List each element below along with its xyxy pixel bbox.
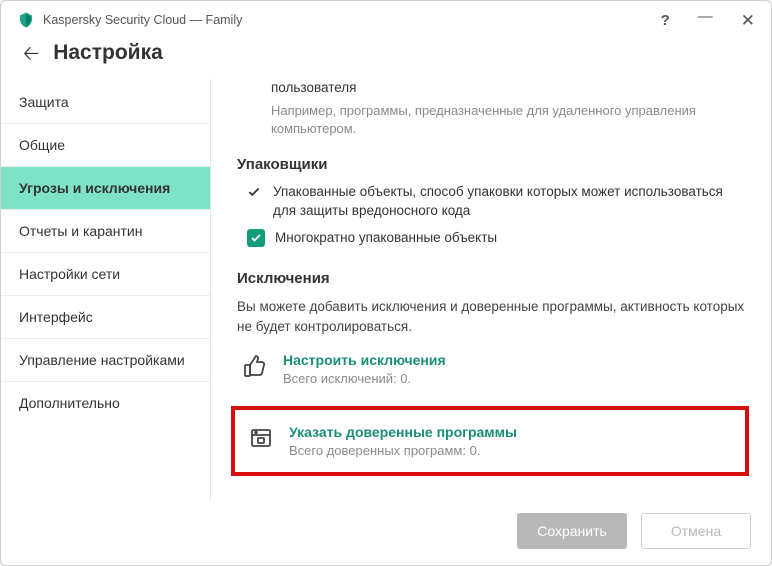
configure-exclusions-link[interactable]: Настроить исключения xyxy=(283,352,446,368)
exclusions-heading: Исключения xyxy=(237,270,749,287)
checkbox-checked-icon[interactable] xyxy=(247,229,265,247)
minimize-button[interactable]: — xyxy=(698,9,713,24)
trusted-programs-row: Указать доверенные программы Всего довер… xyxy=(243,424,737,458)
titlebar: Kaspersky Security Cloud — Family ? — ✕ xyxy=(1,1,771,35)
app-title: Kaspersky Security Cloud — Family xyxy=(43,13,653,27)
packers-method-text: Упакованные объекты, способ упаковки кот… xyxy=(273,183,749,221)
sidebar-item-threats-exclusions[interactable]: Угрозы и исключения xyxy=(1,167,210,210)
top-item-title: пользователя xyxy=(271,79,749,98)
sidebar-item-protection[interactable]: Защита xyxy=(1,81,210,124)
page-title: Настройка xyxy=(53,41,163,65)
body: Защита Общие Угрозы и исключения Отчеты … xyxy=(1,79,771,500)
sidebar-item-manage-settings[interactable]: Управление настройками xyxy=(1,339,210,382)
app-logo-icon xyxy=(17,11,35,29)
help-button[interactable]: ? xyxy=(661,13,670,28)
packers-multi-row[interactable]: Многократно упакованные объекты xyxy=(237,229,749,248)
sidebar-item-additional[interactable]: Дополнительно xyxy=(1,382,210,424)
top-item-sub: Например, программы, предназначенные для… xyxy=(271,102,749,138)
exclusions-desc: Вы можете добавить исключения и доверенн… xyxy=(237,297,749,336)
footer: Сохранить Отмена xyxy=(1,500,771,565)
page-header: 🡠 Настройка xyxy=(1,35,771,79)
sidebar: Защита Общие Угрозы и исключения Отчеты … xyxy=(1,79,211,500)
packers-multi-text: Многократно упакованные объекты xyxy=(275,229,749,248)
back-button[interactable]: 🡠 xyxy=(23,42,39,64)
packers-heading: Упаковщики xyxy=(237,156,749,173)
truncated-top-item: пользователя Например, программы, предна… xyxy=(237,79,749,138)
packers-method-row[interactable]: Упакованные объекты, способ упаковки кот… xyxy=(237,183,749,221)
thumbs-up-icon xyxy=(243,352,269,378)
settings-window: Kaspersky Security Cloud — Family ? — ✕ … xyxy=(0,0,772,566)
sidebar-item-general[interactable]: Общие xyxy=(1,124,210,167)
save-button[interactable]: Сохранить xyxy=(517,513,627,549)
cancel-button[interactable]: Отмена xyxy=(641,513,751,549)
close-button[interactable]: ✕ xyxy=(741,12,755,29)
window-controls: ? — ✕ xyxy=(661,12,755,29)
trusted-programs-highlight: Указать доверенные программы Всего довер… xyxy=(231,406,749,476)
sidebar-item-network[interactable]: Настройки сети xyxy=(1,253,210,296)
checkmark-icon xyxy=(247,183,263,204)
sidebar-item-reports-quarantine[interactable]: Отчеты и карантин xyxy=(1,210,210,253)
sidebar-item-interface[interactable]: Интерфейс xyxy=(1,296,210,339)
settings-content: пользователя Например, программы, предна… xyxy=(211,79,771,500)
trusted-programs-link[interactable]: Указать доверенные программы xyxy=(289,424,517,440)
trusted-programs-count: Всего доверенных программ: 0. xyxy=(289,443,517,458)
configure-exclusions-row: Настроить исключения Всего исключений: 0… xyxy=(237,352,749,386)
configure-exclusions-count: Всего исключений: 0. xyxy=(283,371,446,386)
application-window-icon xyxy=(249,424,275,450)
